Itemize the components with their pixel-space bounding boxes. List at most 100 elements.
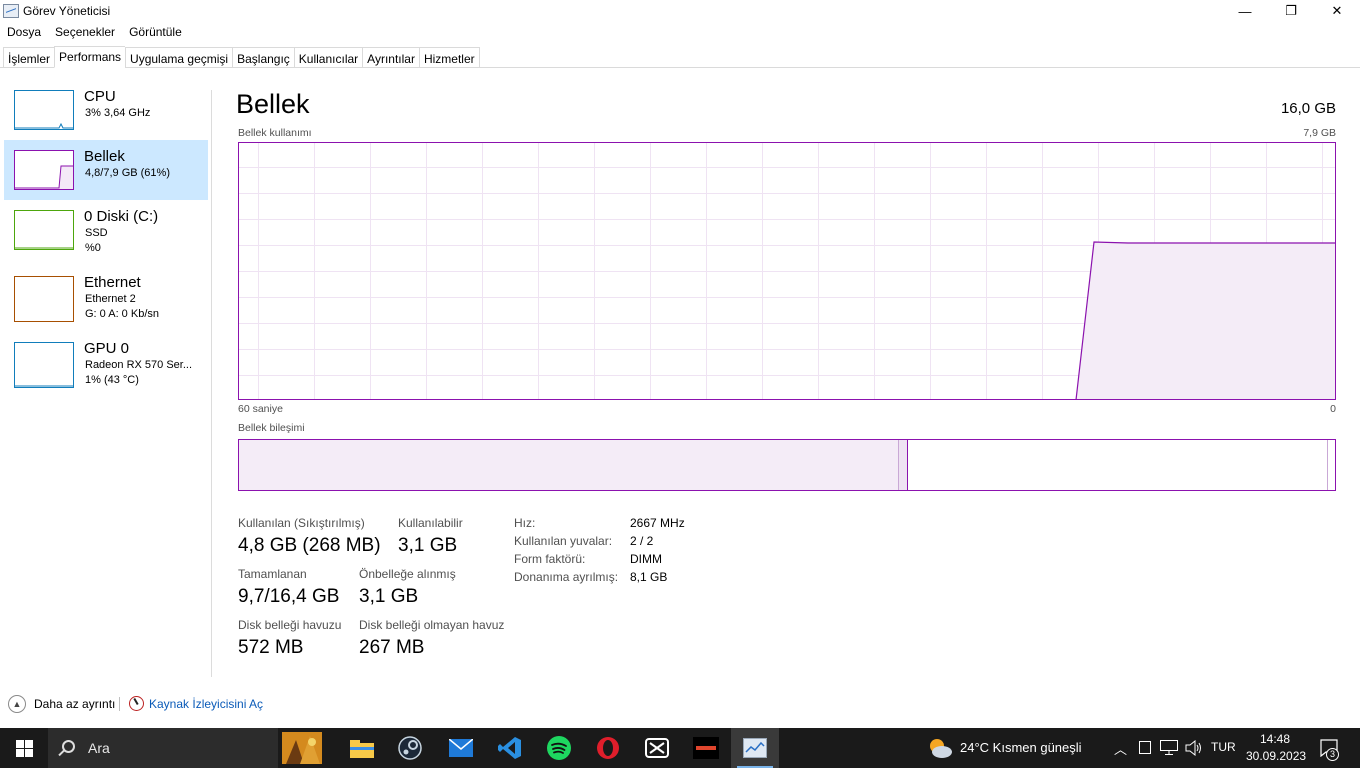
paged-pool-value: 572 MB	[238, 637, 304, 658]
steam-icon	[398, 736, 422, 760]
windows-logo-icon	[15, 739, 33, 757]
clock-time[interactable]: 14:48	[1260, 732, 1290, 746]
in-use-value: 4,8 GB (268 MB)	[238, 535, 381, 556]
opera-icon	[597, 737, 619, 759]
search-icon	[62, 740, 75, 753]
tab-performance[interactable]: Performans	[54, 46, 126, 68]
sidebar-item-sub: 3% 3,64 GHz	[85, 107, 151, 119]
chevron-up-icon[interactable]: ▲	[8, 695, 26, 713]
input-language[interactable]: TUR	[1211, 740, 1236, 754]
sidebar-item-memory[interactable]: Bellek 4,8/7,9 GB (61%)	[4, 140, 208, 200]
hw-reserved-label: Donanıma ayrılmış:	[514, 570, 619, 584]
memory-sparkline	[15, 165, 73, 189]
usage-chart-label: Bellek kullanımı	[238, 127, 312, 139]
taskbar-app-mail[interactable]	[437, 728, 485, 768]
committed-value: 9,7/16,4 GB	[238, 586, 340, 607]
gpu-sparkline	[15, 385, 73, 387]
taskbar-app-autumn[interactable]	[278, 728, 326, 768]
start-button[interactable]	[0, 728, 48, 768]
taskbar-app-ryzen-master[interactable]	[682, 728, 730, 768]
sidebar-item-cpu[interactable]: CPU 3% 3,64 GHz	[4, 84, 208, 144]
touch-keyboard-icon[interactable]	[1139, 741, 1151, 754]
composition-label: Bellek bileşimi	[238, 422, 305, 434]
in-use-label: Kullanılan (Sıkıştırılmış)	[238, 516, 365, 530]
tab-details[interactable]: Ayrıntılar	[362, 47, 419, 68]
sidebar-item-title: GPU 0	[84, 340, 130, 357]
disk-sparkline	[15, 247, 73, 249]
sidebar-item-gpu[interactable]: GPU 0 Radeon RX 570 Ser... 1% (43 °C)	[4, 332, 208, 392]
gpu-thumbnail	[14, 342, 74, 388]
memory-usage-chart	[238, 142, 1336, 400]
tab-processes[interactable]: İşlemler	[3, 47, 55, 68]
menu-view[interactable]: Görüntüle	[122, 24, 189, 42]
tab-startup[interactable]: Başlangıç	[232, 47, 294, 68]
sidebar-item-title: Ethernet	[84, 274, 141, 291]
network-icon[interactable]	[1160, 740, 1178, 755]
taskbar-app-vscode[interactable]	[486, 728, 534, 768]
sidebar-item-sub2: %0	[85, 242, 101, 254]
tab-app-history[interactable]: Uygulama geçmişi	[125, 47, 233, 68]
sidebar-item-title: Bellek	[84, 148, 125, 165]
search-placeholder: Ara	[88, 740, 110, 756]
spotify-icon	[547, 736, 571, 760]
taskbar-app-spotify[interactable]	[535, 728, 583, 768]
minimize-button[interactable]: —	[1222, 0, 1268, 22]
speed-value: 2667 MHz	[630, 516, 685, 530]
slots-label: Kullanılan yuvalar:	[514, 534, 613, 548]
sidebar-item-sub2: G: 0 A: 0 Kb/sn	[85, 308, 159, 320]
available-value: 3,1 GB	[398, 535, 458, 556]
menu-file[interactable]: Dosya	[0, 24, 48, 42]
time-axis-left: 60 saniye	[238, 403, 283, 415]
cached-value: 3,1 GB	[359, 586, 419, 607]
fewer-details-button[interactable]: Daha az ayrıntı	[34, 697, 115, 711]
ethernet-thumbnail	[14, 276, 74, 322]
usage-chart-max: 7,9 GB	[1303, 127, 1336, 139]
nonpaged-pool-label: Disk belleği olmayan havuz	[359, 618, 505, 632]
tab-users[interactable]: Kullanıcılar	[293, 47, 363, 68]
sidebar-item-sub: Ethernet 2	[85, 293, 136, 305]
taskbar-app-steam[interactable]	[386, 728, 434, 768]
available-label: Kullanılabilir	[398, 516, 463, 530]
cpu-sparkline	[15, 122, 73, 129]
memory-total: 16,0 GB	[1280, 100, 1336, 117]
disk-thumbnail	[14, 210, 74, 250]
restore-button[interactable]: ❐	[1268, 0, 1314, 22]
time-axis-right: 0	[1330, 403, 1336, 415]
usage-area	[1076, 242, 1336, 400]
cached-label: Önbelleğe alınmış	[359, 567, 456, 581]
taskbar: Ara 24°C Kısmen güneşli ︿ TUR 14:48 30.0…	[0, 728, 1360, 768]
menu-options[interactable]: Seçenekler	[48, 24, 122, 42]
sidebar-item-disk[interactable]: 0 Diski (C:) SSD %0	[4, 200, 208, 260]
autumn-app-icon	[282, 732, 322, 764]
window-title: Görev Yöneticisi	[23, 4, 111, 18]
task-manager-icon	[743, 738, 767, 758]
notification-count-badge: 3	[1326, 748, 1339, 761]
taskbar-app-task-manager[interactable]	[731, 728, 779, 768]
capcut-icon	[645, 738, 669, 758]
taskbar-app-capcut[interactable]	[633, 728, 681, 768]
sidebar-item-ethernet[interactable]: Ethernet Ethernet 2 G: 0 A: 0 Kb/sn	[4, 266, 208, 326]
taskbar-search[interactable]: Ara	[48, 728, 278, 768]
clock-date[interactable]: 30.09.2023	[1246, 749, 1306, 763]
hw-reserved-value: 8,1 GB	[630, 570, 668, 584]
resource-sidebar: CPU 3% 3,64 GHz Bellek 4,8/7,9 GB (61%) …	[0, 68, 212, 678]
memory-thumbnail	[14, 150, 74, 190]
volume-icon[interactable]	[1185, 740, 1203, 756]
sidebar-item-sub: Radeon RX 570 Ser...	[85, 359, 193, 371]
task-manager-icon	[3, 4, 19, 18]
open-resource-monitor-link[interactable]: Kaynak İzleyicisini Aç	[149, 697, 263, 711]
form-factor-value: DIMM	[630, 552, 662, 566]
page-title: Bellek	[236, 89, 310, 119]
resource-monitor-icon	[129, 696, 144, 711]
sidebar-item-sub: SSD	[85, 227, 108, 239]
sidebar-item-sub2: 1% (43 °C)	[85, 374, 139, 386]
slots-value: 2 / 2	[630, 534, 654, 548]
weather-text[interactable]: 24°C Kısmen güneşli	[960, 740, 1082, 755]
taskbar-app-file-explorer[interactable]	[338, 728, 386, 768]
sidebar-item-sub: 4,8/7,9 GB (61%)	[85, 167, 170, 179]
tab-services[interactable]: Hizmetler	[418, 47, 480, 68]
taskbar-app-opera[interactable]	[584, 728, 632, 768]
close-button[interactable]: ✕	[1314, 0, 1360, 22]
folder-icon	[350, 740, 374, 758]
chevron-up-tray-icon[interactable]: ︿	[1114, 739, 1127, 758]
